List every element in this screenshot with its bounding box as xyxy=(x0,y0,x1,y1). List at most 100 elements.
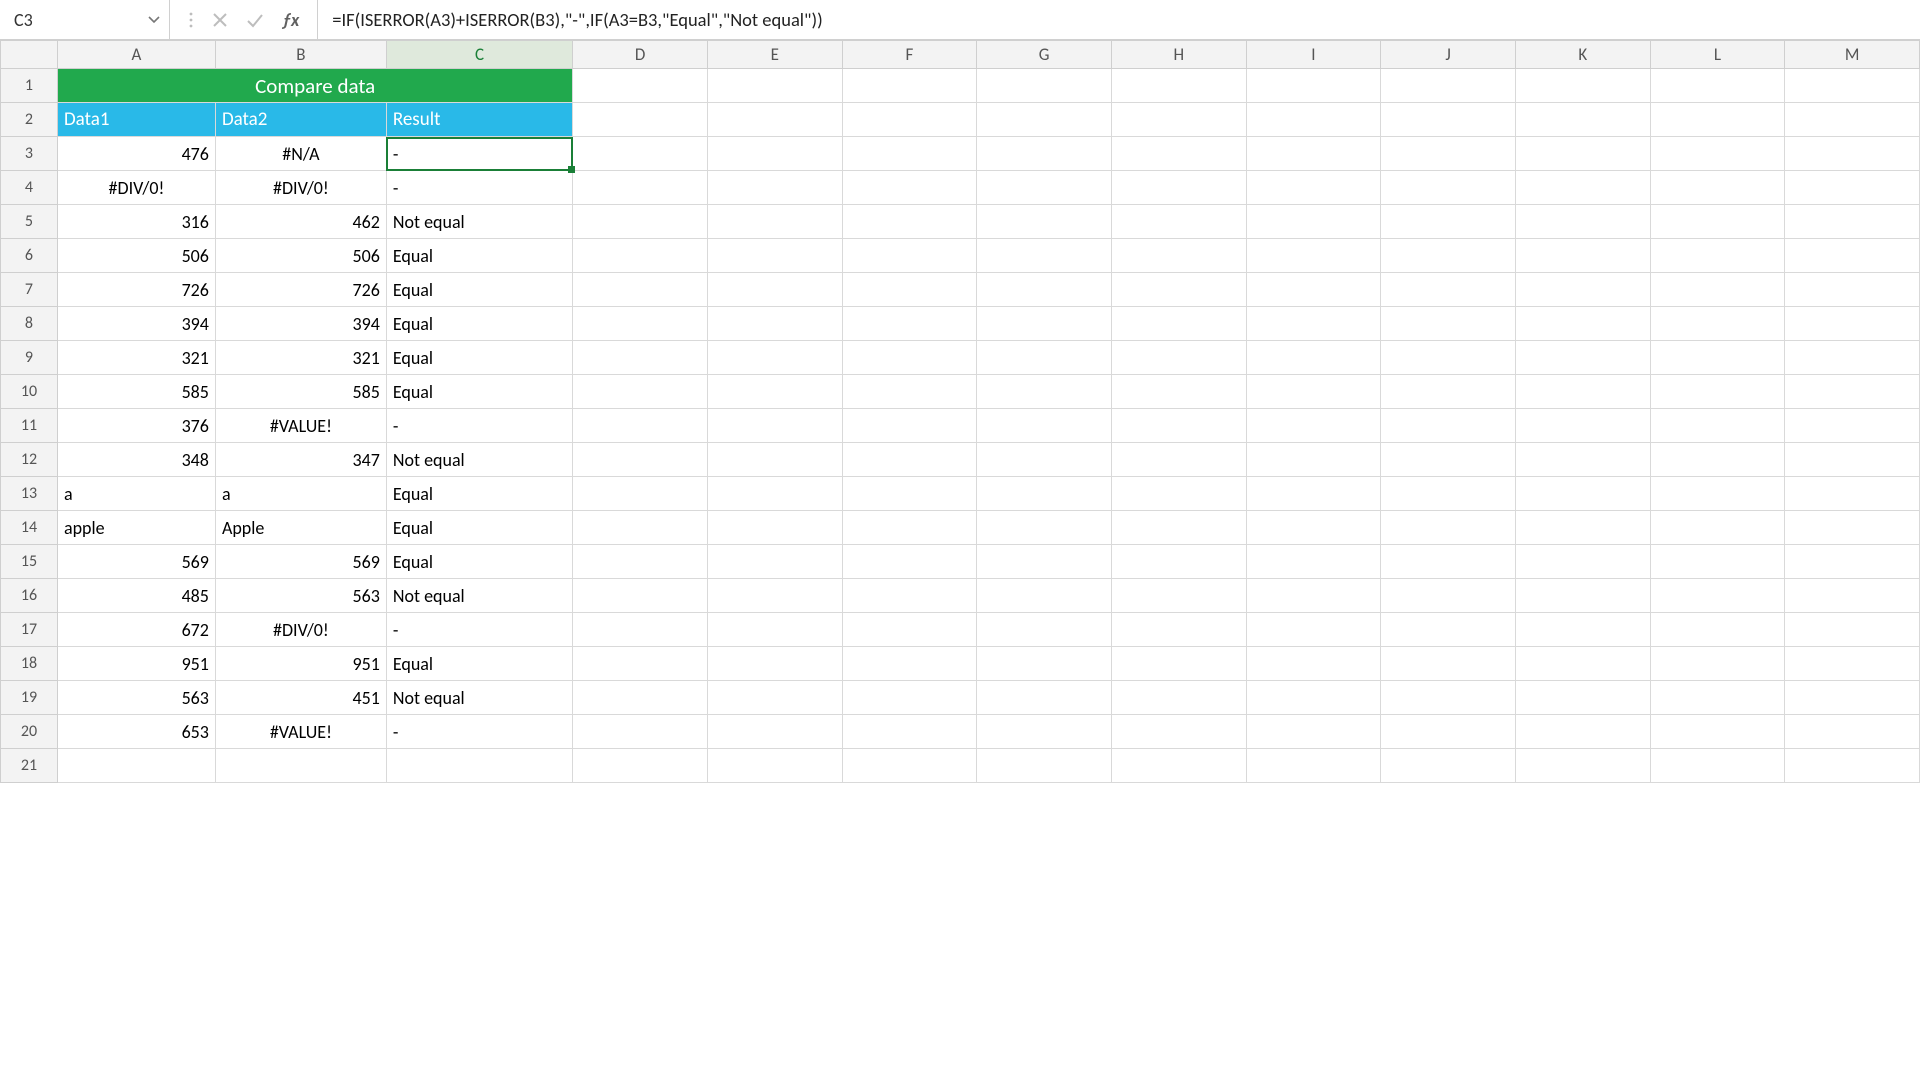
cell-blank[interactable] xyxy=(1515,409,1650,443)
cell-blank[interactable] xyxy=(977,613,1112,647)
cell-B20[interactable]: #VALUE! xyxy=(215,715,386,749)
row-header-1[interactable]: 1 xyxy=(1,69,58,103)
cell-blank[interactable] xyxy=(707,205,842,239)
cell-blank[interactable] xyxy=(1246,171,1381,205)
cell-blank[interactable] xyxy=(1650,647,1785,681)
row-header-5[interactable]: 5 xyxy=(1,205,58,239)
cell-blank[interactable] xyxy=(1111,307,1246,341)
cell-blank[interactable] xyxy=(1246,647,1381,681)
cell-blank[interactable] xyxy=(1650,341,1785,375)
cell-blank[interactable] xyxy=(977,273,1112,307)
cell-blank[interactable] xyxy=(1515,443,1650,477)
cell-blank[interactable] xyxy=(1785,375,1920,409)
cell-blank[interactable] xyxy=(1515,477,1650,511)
cell-blank[interactable] xyxy=(1111,613,1246,647)
cell-blank[interactable] xyxy=(977,443,1112,477)
cell-blank[interactable] xyxy=(842,681,977,715)
cell-blank[interactable] xyxy=(1381,511,1516,545)
cell-blank[interactable] xyxy=(1381,375,1516,409)
cell-blank[interactable] xyxy=(1246,613,1381,647)
row-header-12[interactable]: 12 xyxy=(1,443,58,477)
cell-blank[interactable] xyxy=(1650,137,1785,171)
cell-blank[interactable] xyxy=(977,137,1112,171)
cell-blank[interactable] xyxy=(1515,647,1650,681)
cell-B19[interactable]: 451 xyxy=(215,681,386,715)
col-header-M[interactable]: M xyxy=(1785,41,1920,69)
cell-blank[interactable] xyxy=(1785,647,1920,681)
spreadsheet-grid[interactable]: ABCDEFGHIJKLM 1Compare data2Data1Data2Re… xyxy=(0,40,1920,783)
cell-blank[interactable] xyxy=(1785,613,1920,647)
cell-blank[interactable] xyxy=(707,375,842,409)
cell-A19[interactable]: 563 xyxy=(57,681,215,715)
cell-blank[interactable] xyxy=(842,409,977,443)
dots-icon[interactable] xyxy=(188,11,194,29)
cell-B21[interactable] xyxy=(215,749,386,783)
cell-C5[interactable]: Not equal xyxy=(386,205,572,239)
cell-B17[interactable]: #DIV/0! xyxy=(215,613,386,647)
cell-blank[interactable] xyxy=(1785,103,1920,137)
cell-blank[interactable] xyxy=(573,579,708,613)
cell-C7[interactable]: Equal xyxy=(386,273,572,307)
cell-blank[interactable] xyxy=(1650,307,1785,341)
cell-blank[interactable] xyxy=(573,511,708,545)
row-header-9[interactable]: 9 xyxy=(1,341,58,375)
cell-blank[interactable] xyxy=(1246,545,1381,579)
cell-blank[interactable] xyxy=(707,715,842,749)
cell-blank[interactable] xyxy=(1650,477,1785,511)
cell-blank[interactable] xyxy=(1246,715,1381,749)
cell-B10[interactable]: 585 xyxy=(215,375,386,409)
cell-blank[interactable] xyxy=(1785,715,1920,749)
cell-blank[interactable] xyxy=(1381,477,1516,511)
col-header-A[interactable]: A xyxy=(57,41,215,69)
cell-C13[interactable]: Equal xyxy=(386,477,572,511)
cell-blank[interactable] xyxy=(1246,307,1381,341)
cell-B6[interactable]: 506 xyxy=(215,239,386,273)
cell-blank[interactable] xyxy=(1381,103,1516,137)
cell-C18[interactable]: Equal xyxy=(386,647,572,681)
cell-blank[interactable] xyxy=(1650,443,1785,477)
cell-B15[interactable]: 569 xyxy=(215,545,386,579)
cell-blank[interactable] xyxy=(1111,749,1246,783)
cell-blank[interactable] xyxy=(707,681,842,715)
sub-header-c[interactable]: Result xyxy=(386,103,572,137)
cell-blank[interactable] xyxy=(1785,205,1920,239)
col-header-J[interactable]: J xyxy=(1381,41,1516,69)
cell-blank[interactable] xyxy=(1515,579,1650,613)
cell-blank[interactable] xyxy=(1515,613,1650,647)
cell-B8[interactable]: 394 xyxy=(215,307,386,341)
cell-B12[interactable]: 347 xyxy=(215,443,386,477)
cell-blank[interactable] xyxy=(1246,375,1381,409)
cell-blank[interactable] xyxy=(573,545,708,579)
cell-blank[interactable] xyxy=(1785,545,1920,579)
cell-A8[interactable]: 394 xyxy=(57,307,215,341)
cell-blank[interactable] xyxy=(1381,681,1516,715)
name-box[interactable]: C3 xyxy=(12,5,145,35)
cell-blank[interactable] xyxy=(573,273,708,307)
cell-blank[interactable] xyxy=(573,477,708,511)
cell-blank[interactable] xyxy=(842,307,977,341)
cell-blank[interactable] xyxy=(1246,273,1381,307)
cell-blank[interactable] xyxy=(1650,511,1785,545)
cell-blank[interactable] xyxy=(1650,375,1785,409)
cell-blank[interactable] xyxy=(1381,205,1516,239)
cell-blank[interactable] xyxy=(842,69,977,103)
row-header-14[interactable]: 14 xyxy=(1,511,58,545)
row-header-21[interactable]: 21 xyxy=(1,749,58,783)
cell-blank[interactable] xyxy=(1785,273,1920,307)
cell-blank[interactable] xyxy=(1785,69,1920,103)
cell-A4[interactable]: #DIV/0! xyxy=(57,171,215,205)
cell-blank[interactable] xyxy=(573,443,708,477)
cell-blank[interactable] xyxy=(1381,613,1516,647)
cell-blank[interactable] xyxy=(1246,477,1381,511)
cell-blank[interactable] xyxy=(1246,239,1381,273)
cell-blank[interactable] xyxy=(1785,749,1920,783)
cell-blank[interactable] xyxy=(573,205,708,239)
cell-blank[interactable] xyxy=(977,341,1112,375)
cell-blank[interactable] xyxy=(1515,69,1650,103)
cell-A9[interactable]: 321 xyxy=(57,341,215,375)
cell-blank[interactable] xyxy=(842,715,977,749)
cell-blank[interactable] xyxy=(707,511,842,545)
fx-icon[interactable]: ƒx xyxy=(282,9,299,31)
cell-blank[interactable] xyxy=(573,307,708,341)
col-header-H[interactable]: H xyxy=(1111,41,1246,69)
